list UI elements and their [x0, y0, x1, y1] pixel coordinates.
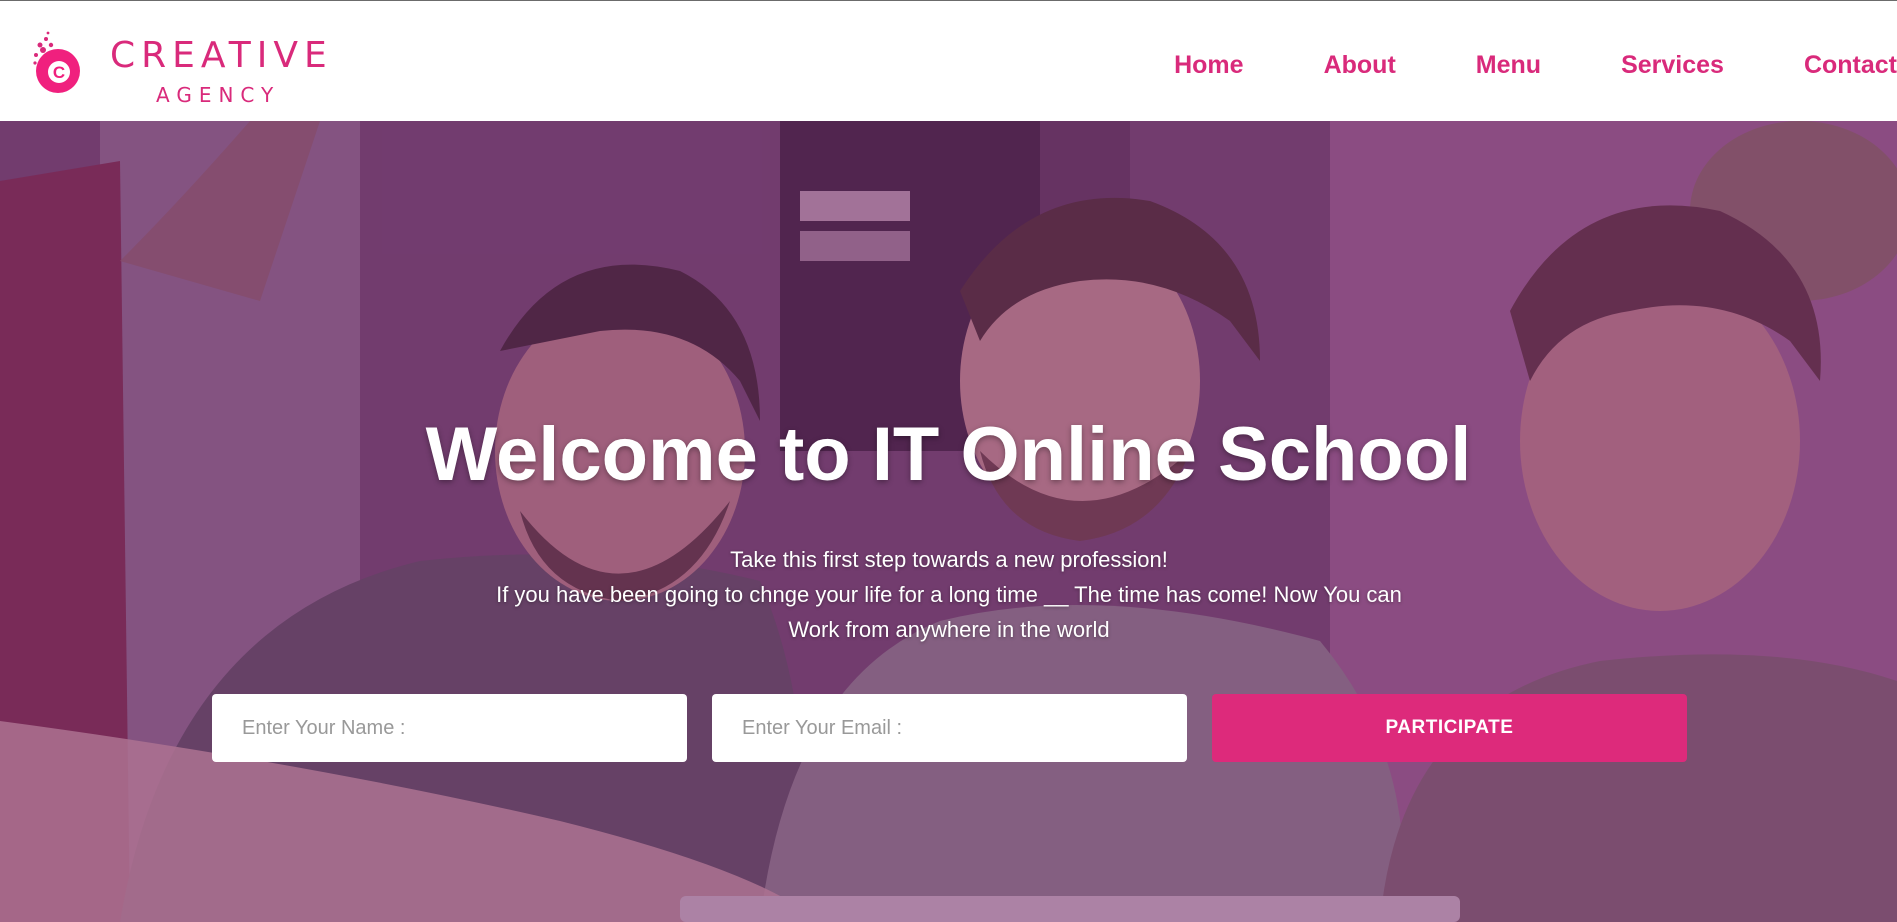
name-input[interactable] [212, 694, 687, 762]
hero-section: Welcome to IT Online School Take this fi… [0, 121, 1897, 922]
signup-form: PARTICIPATE [212, 694, 1687, 762]
nav-menu[interactable]: Menu [1476, 51, 1541, 80]
hero-title: Welcome to IT Online School [425, 412, 1472, 497]
brand-logo[interactable]: C CREATIVE AGENCY [32, 31, 342, 111]
brand-title: CREATIVE [110, 35, 333, 76]
hero-description: Take this first step towards a new profe… [449, 542, 1449, 647]
site-header: C CREATIVE AGENCY Home About Menu Servic… [0, 0, 1897, 121]
nav-home[interactable]: Home [1174, 51, 1243, 80]
hero-text-line: Take this first step towards a new profe… [730, 547, 1168, 572]
hero-text-line: Work from anywhere in the world [788, 617, 1110, 642]
participate-button[interactable]: PARTICIPATE [1212, 694, 1687, 762]
nav-services[interactable]: Services [1621, 51, 1724, 80]
brand-subtitle: AGENCY [156, 83, 281, 107]
hero-overlay [0, 121, 1897, 922]
nav-contact[interactable]: Contact [1804, 51, 1897, 80]
logo-letter: C [53, 63, 65, 82]
hero-text-line: If you have been going to chnge your lif… [496, 582, 1402, 607]
creative-agency-logo-icon: C [33, 31, 80, 93]
main-nav: Home About Menu Services Contact [1174, 45, 1897, 85]
nav-about[interactable]: About [1324, 51, 1396, 80]
email-input[interactable] [712, 694, 1187, 762]
